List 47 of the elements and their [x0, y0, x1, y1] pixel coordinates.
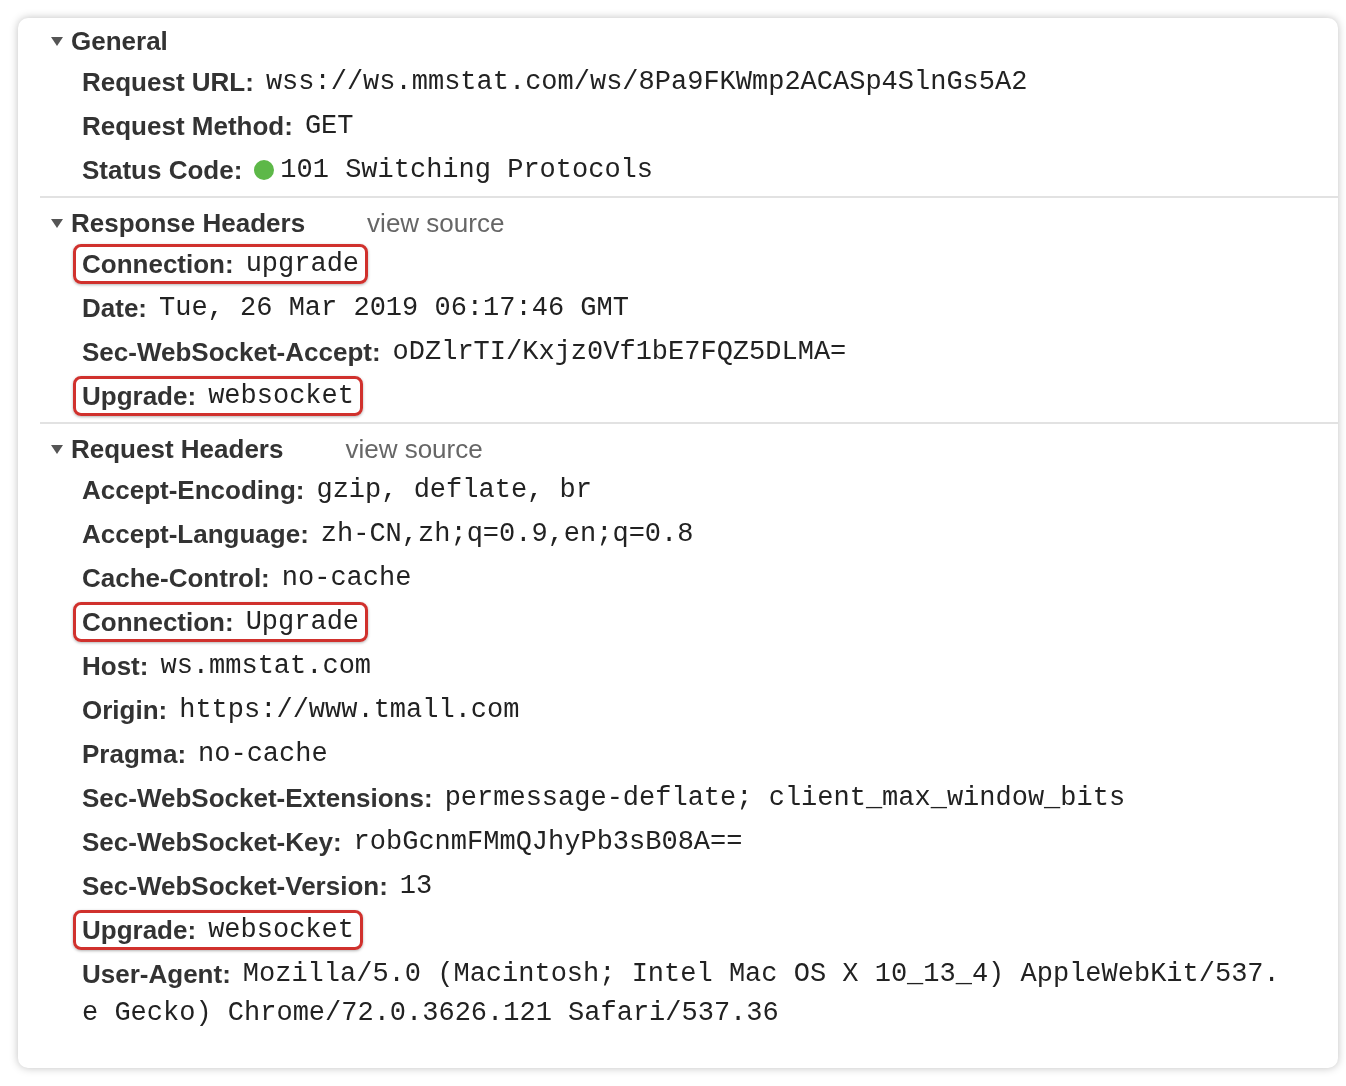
disclosure-triangle-icon[interactable]: [50, 34, 64, 48]
header-value: robGcnmFMmQJhyPb3sB08A==: [353, 827, 743, 857]
header-name: Pragma:: [82, 738, 187, 770]
header-value: ws.mmstat.com: [160, 651, 372, 681]
header-value: upgrade: [245, 249, 360, 279]
view-source-link[interactable]: view source: [345, 433, 483, 465]
disclosure-triangle-icon[interactable]: [50, 216, 64, 230]
header-name: Sec-WebSocket-Accept:: [82, 336, 381, 368]
header-value: Tue, 26 Mar 2019 06:17:46 GMT: [159, 293, 629, 323]
section-title[interactable]: Response Headers: [71, 207, 306, 239]
disclosure-triangle-icon[interactable]: [50, 442, 64, 456]
header-value: 101 Switching Protocols: [280, 155, 653, 185]
header-value: websocket: [208, 915, 354, 945]
header-value: zh-CN,zh;q=0.9,en;q=0.8: [320, 519, 694, 549]
header-value: permessage-deflate; client_max_window_bits: [444, 783, 1126, 813]
header-value: no-cache: [281, 563, 412, 593]
header-name: User-Agent:: [82, 958, 231, 990]
section-title[interactable]: Request Headers: [71, 433, 284, 465]
view-source-link[interactable]: view source: [367, 207, 505, 239]
header-value: oDZlrTI/Kxjz0Vf1bE7FQZ5DLMA=: [392, 337, 847, 367]
header-name: Sec-WebSocket-Key:: [82, 826, 342, 858]
header-value: GET: [304, 111, 354, 141]
header-name: Upgrade:: [82, 914, 197, 946]
header-value: e Gecko) Chrome/72.0.3626.121 Safari/537.36: [82, 998, 779, 1028]
header-name: Sec-WebSocket-Version:: [82, 870, 388, 902]
header-name: Origin:: [82, 694, 168, 726]
header-value: gzip, deflate, br: [316, 475, 592, 505]
header-name: Connection:: [82, 606, 234, 638]
section-title[interactable]: General: [71, 25, 168, 57]
header-name: Status Code:: [82, 154, 243, 186]
header-name: Accept-Encoding:: [82, 474, 305, 506]
header-value: websocket: [208, 381, 354, 411]
header-name: Accept-Language:: [82, 518, 309, 550]
header-value: 13: [399, 871, 433, 901]
header-name: Request Method:: [82, 110, 293, 142]
header-value: wss://ws.mmstat.com/ws/8Pa9FKWmp2ACASp4SlnGs5A2: [265, 67, 1028, 97]
header-value: no-cache: [198, 739, 328, 769]
header-name: Host:: [82, 650, 149, 682]
header-name: Cache-Control:: [82, 562, 270, 594]
header-name: Connection:: [82, 248, 234, 280]
header-value: Mozilla/5.0 (Macintosh; Intel Mac OS X 10_13_4) AppleWebKit/537.: [242, 959, 1280, 989]
header-name: Upgrade:: [82, 380, 197, 412]
header-name: Request URL:: [82, 66, 254, 98]
header-name: Sec-WebSocket-Extensions:: [82, 782, 433, 814]
header-name: Date:: [82, 292, 147, 324]
header-value: Upgrade: [245, 607, 360, 637]
header-value: https://www.tmall.com: [179, 695, 520, 725]
